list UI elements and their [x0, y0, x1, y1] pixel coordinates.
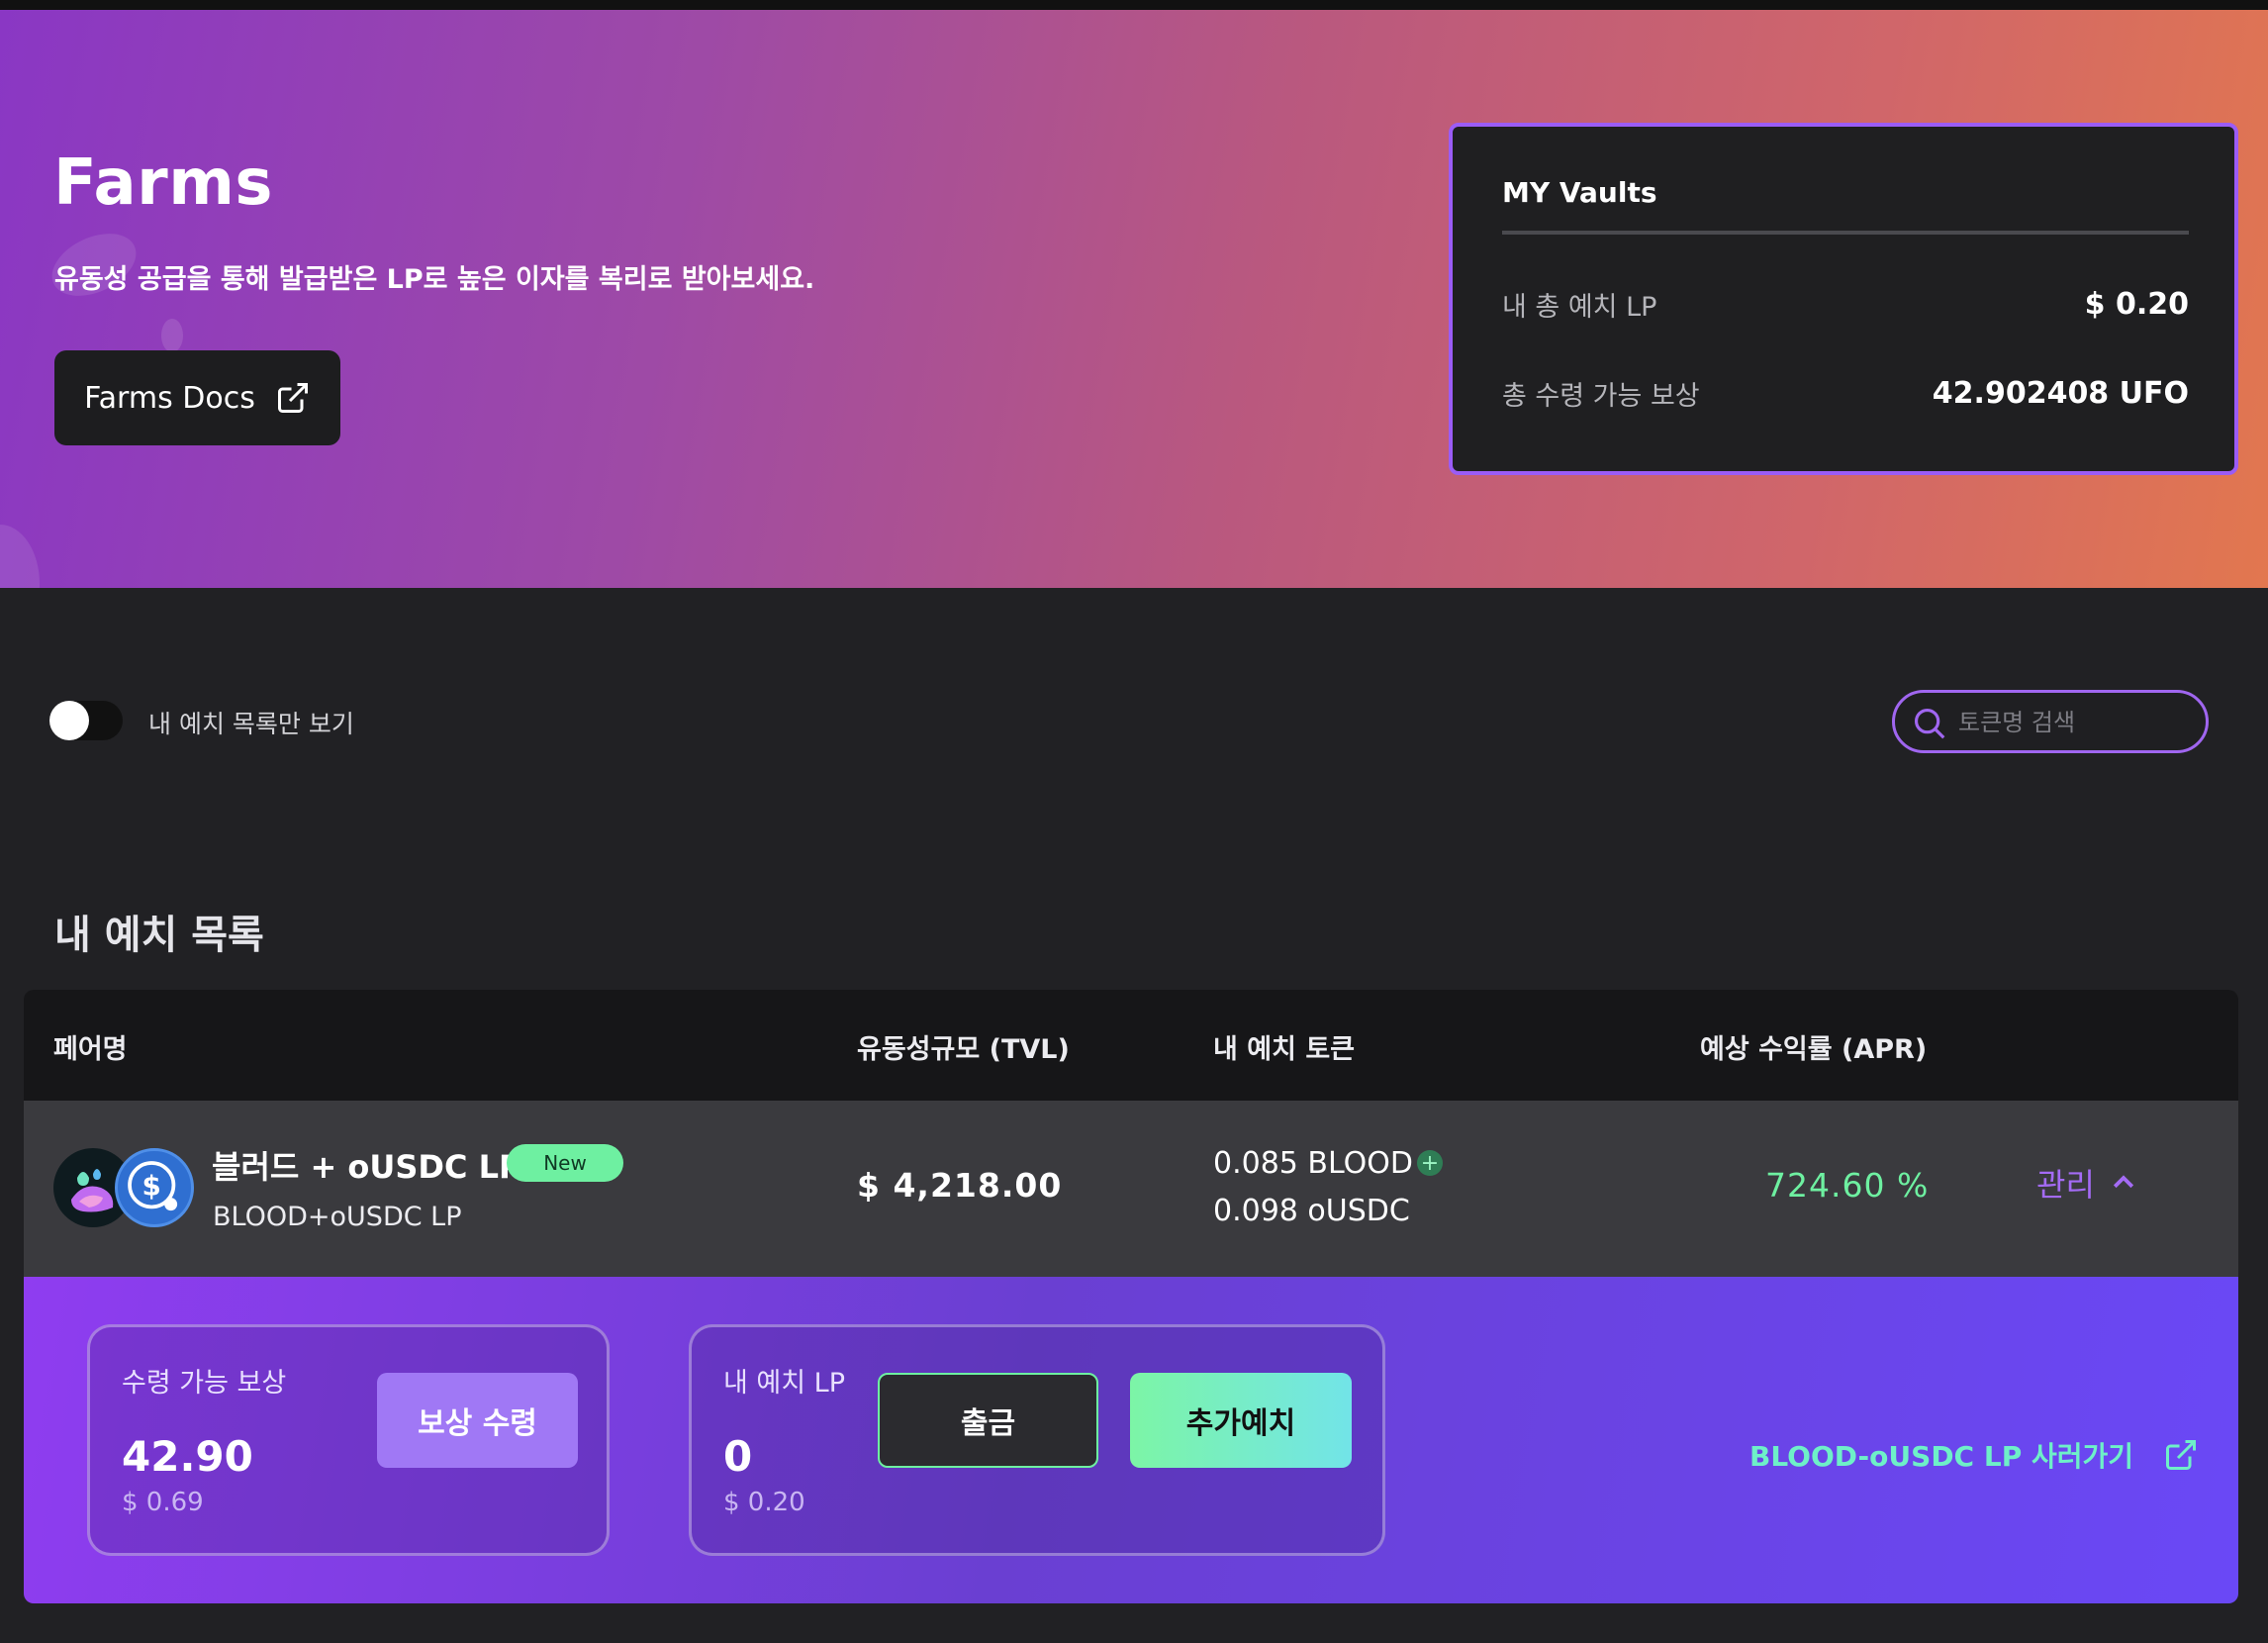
- column-header-pair: 페어명: [53, 1034, 128, 1065]
- external-link-icon: [2166, 1440, 2197, 1470]
- divider: [1502, 231, 2189, 235]
- my-deposit-lp-card: 내 예치 LP 0 $ 0.20 출금 추가예치: [689, 1324, 1385, 1556]
- external-link-icon: [277, 383, 308, 413]
- claim-reward-button[interactable]: 보상 수령: [377, 1373, 578, 1468]
- vault-row-label: 내 총 예치 LP: [1502, 292, 1657, 323]
- page-subtitle: 유동성 공급을 통해 발급받은 LP로 높은 이자를 복리로 받아보세요.: [54, 264, 815, 295]
- vault-row-claimable: 총 수령 가능 보상 42.902408 UFO: [1502, 374, 2189, 413]
- chevron-up-icon: [2113, 1175, 2133, 1189]
- column-header-my-tokens: 내 예치 토큰: [1213, 1034, 1355, 1065]
- add-deposit-button[interactable]: 추가예치: [1130, 1373, 1352, 1468]
- buy-lp-label: BLOOD-oUSDC LP 사러가기: [1749, 1440, 2134, 1473]
- apr-value: 724.60 %: [1765, 1166, 1930, 1205]
- my-vaults-title: MY Vaults: [1502, 176, 1657, 209]
- card-label: 수령 가능 보상: [122, 1368, 287, 1399]
- card-label: 내 예치 LP: [723, 1368, 846, 1399]
- decorative-shape: [161, 319, 183, 352]
- buy-lp-link[interactable]: BLOOD-oUSDC LP 사러가기: [1749, 1435, 2199, 1475]
- farms-table: 페어명 유동성규모 (TVL) 내 예치 토큰 예상 수익률 (APR) $ 블…: [24, 990, 2238, 1603]
- top-bar: [0, 0, 2268, 10]
- token-search[interactable]: [1892, 690, 2209, 753]
- manage-toggle[interactable]: 관리: [2036, 1160, 2138, 1206]
- search-icon: [1914, 708, 1945, 739]
- vault-row-total-lp: 내 총 예치 LP $ 0.20: [1502, 285, 2189, 324]
- claimable-reward-card: 수령 가능 보상 42.90 $ 0.69 보상 수령: [87, 1324, 610, 1556]
- vault-row-value: $ 0.20: [2084, 287, 2189, 322]
- usdc-token-icon: $: [115, 1148, 194, 1227]
- pair-symbol: BLOOD+oUSDC LP: [213, 1202, 462, 1232]
- my-deposits-section-title: 내 예치 목록: [54, 913, 264, 958]
- row-details-panel: 수령 가능 보상 42.90 $ 0.69 보상 수령 내 예치 LP 0 $ …: [24, 1277, 2238, 1603]
- farms-docs-label: Farms Docs: [84, 380, 255, 416]
- card-usd-value: $ 0.69: [122, 1488, 204, 1517]
- decorative-shape: [0, 525, 40, 588]
- card-usd-value: $ 0.20: [723, 1488, 805, 1517]
- page-title: Farms: [53, 146, 273, 220]
- my-deposits-toggle-label: 내 예치 목록만 보기: [148, 710, 354, 738]
- new-badge: New: [507, 1144, 623, 1182]
- deposit-token-2: 0.098 oUSDC: [1213, 1194, 1410, 1228]
- table-row[interactable]: $ 블러드 + oUSDC LP New BLOOD+oUSDC LP $ 4,…: [24, 1101, 2238, 1277]
- withdraw-button[interactable]: 출금: [878, 1373, 1098, 1468]
- card-value: 0: [723, 1432, 753, 1481]
- plus-icon[interactable]: +: [1417, 1150, 1443, 1176]
- card-value: 42.90: [122, 1432, 253, 1481]
- table-header: 페어명 유동성규모 (TVL) 내 예치 토큰 예상 수익률 (APR): [24, 990, 2238, 1101]
- search-input[interactable]: [1958, 703, 2196, 742]
- svg-text:$: $: [142, 1169, 161, 1202]
- column-header-apr: 예상 수익률 (APR): [1700, 1034, 1928, 1065]
- my-deposits-toggle[interactable]: [49, 701, 123, 740]
- vault-row-label: 총 수령 가능 보상: [1502, 381, 1700, 412]
- deposit-token-1: 0.085 BLOOD: [1213, 1146, 1413, 1181]
- farms-docs-button[interactable]: Farms Docs: [54, 350, 340, 445]
- toggle-knob: [49, 701, 89, 740]
- my-vaults-panel: MY Vaults 내 총 예치 LP $ 0.20 총 수령 가능 보상 42…: [1449, 123, 2238, 475]
- tvl-value: $ 4,218.00: [857, 1166, 1063, 1205]
- column-header-tvl: 유동성규모 (TVL): [857, 1034, 1070, 1065]
- vault-row-value: 42.902408 UFO: [1932, 376, 2189, 411]
- pair-name: 블러드 + oUSDC LP: [212, 1148, 522, 1186]
- manage-label: 관리: [2036, 1166, 2095, 1204]
